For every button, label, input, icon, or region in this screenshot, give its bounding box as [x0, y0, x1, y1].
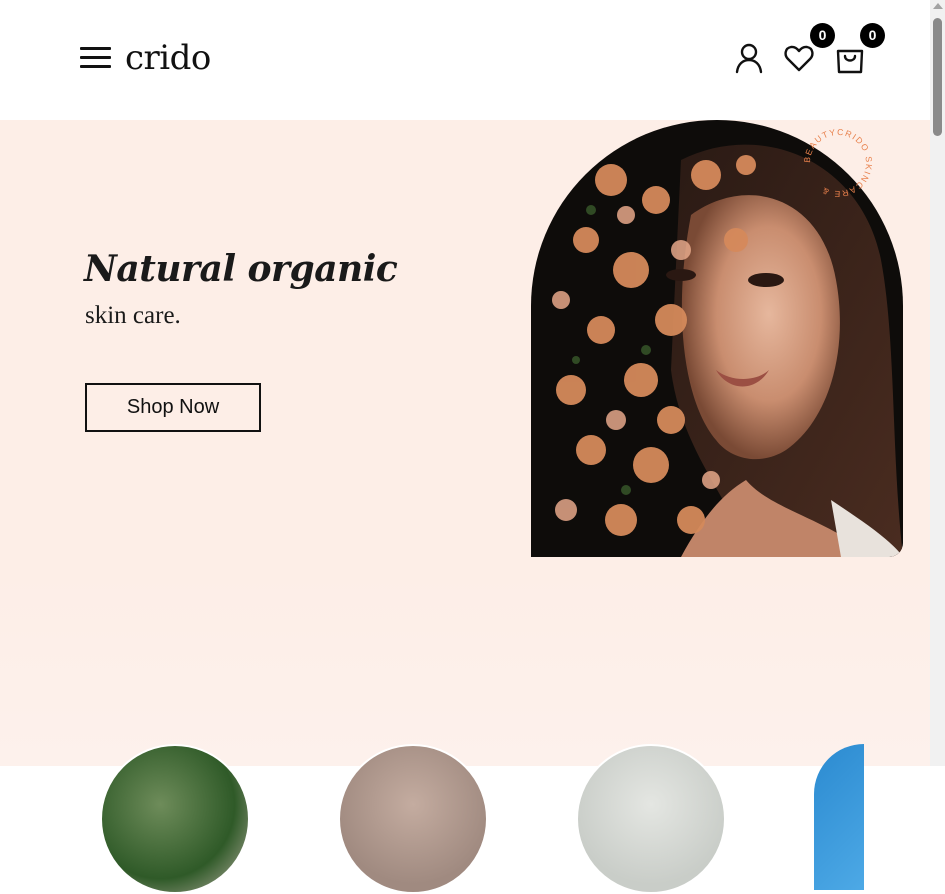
scrollbar-thumb[interactable] [933, 18, 942, 136]
user-icon[interactable] [734, 42, 764, 74]
shopping-bag-icon[interactable] [835, 42, 865, 74]
site-header: crido 0 0 [0, 0, 930, 120]
svg-text:BEAUTYCRIDO SKINCARE &: BEAUTYCRIDO SKINCARE & [802, 127, 874, 199]
cart-count-badge: 0 [860, 23, 885, 48]
hero-subtitle: skin care. [85, 302, 181, 329]
shop-now-button[interactable]: Shop Now [85, 383, 261, 432]
hamburger-menu-icon[interactable] [80, 45, 111, 71]
category-thumbnail[interactable] [576, 744, 726, 894]
scroll-up-arrow-icon[interactable] [933, 3, 943, 9]
category-thumbnail[interactable] [100, 744, 250, 894]
category-thumbnail[interactable] [338, 744, 488, 894]
hero-title: Natural organic [84, 248, 398, 290]
brand-stamp-seal: BEAUTYCRIDO SKINCARE & [802, 127, 874, 199]
page-scrollbar[interactable] [930, 0, 945, 766]
hero-section: Natural organic skin care. Shop Now BEAU… [0, 120, 930, 894]
category-row [0, 744, 930, 894]
wishlist-count-badge: 0 [810, 23, 835, 48]
heart-icon[interactable] [784, 42, 814, 74]
site-logo[interactable]: crido [125, 36, 211, 80]
